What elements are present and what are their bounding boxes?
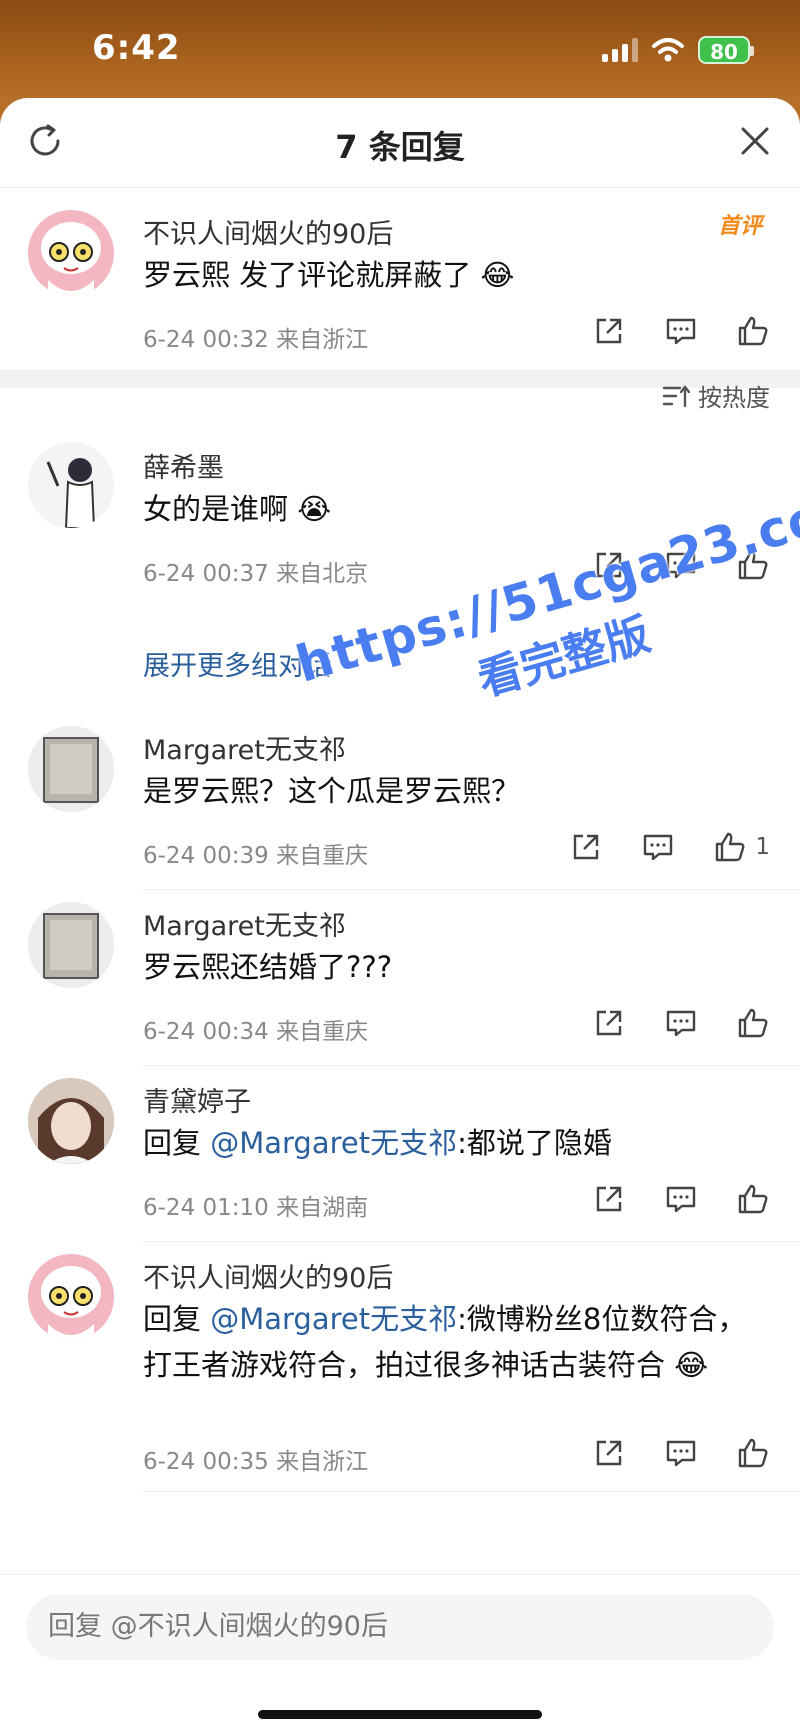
- replies-sheet: 7 条回复 不识人间烟火的90后 首评 罗云熙 发了评论就屏蔽了 😂 6-24 …: [0, 98, 800, 1736]
- reply-item: Margaret无支祁 是罗云熙？这个瓜是罗云熙？ 6-24 00:39 来自重…: [0, 714, 800, 890]
- signal-icon: [602, 38, 638, 62]
- like-icon[interactable]: [736, 314, 770, 348]
- reply-meta: 6-24 00:37 来自北京: [143, 561, 369, 587]
- avatar-illustration: [28, 726, 114, 812]
- reply-actions: 1: [569, 830, 770, 864]
- laugh-cry-emoji: 😂: [674, 1348, 709, 1382]
- share-icon[interactable]: [592, 1182, 626, 1216]
- share-icon[interactable]: [569, 830, 603, 864]
- sort-label: 按热度: [698, 384, 770, 412]
- avatar[interactable]: [28, 442, 114, 528]
- reply-item: 薛希墨 女的是谁啊 😭 6-24 00:37 来自北京: [0, 428, 800, 658]
- like-icon[interactable]: [736, 1006, 770, 1040]
- share-icon[interactable]: [592, 1006, 626, 1040]
- reply-text: 回复 @Margaret无支祁:微博粉丝8位数符合，打王者游戏符合，拍过很多神话…: [143, 1296, 773, 1388]
- status-time: 6:42: [92, 28, 181, 68]
- reply-item: Margaret无支祁 罗云熙还结婚了??? 6-24 00:34 来自重庆: [0, 890, 800, 1066]
- like-icon[interactable]: [736, 548, 770, 582]
- root-comment: 不识人间烟火的90后 首评 罗云熙 发了评论就屏蔽了 😂 6-24 00:32 …: [0, 188, 800, 468]
- close-icon[interactable]: [738, 124, 772, 158]
- reply-text: 是罗云熙？这个瓜是罗云熙？: [143, 774, 521, 808]
- reply-username[interactable]: 不识人间烟火的90后: [143, 1256, 393, 1295]
- reply-prefix: 回复: [143, 1126, 211, 1160]
- avatar[interactable]: [28, 1078, 114, 1164]
- laugh-cry-emoji: 😂: [480, 258, 515, 292]
- share-icon[interactable]: [592, 548, 626, 582]
- like-icon: [716, 832, 745, 862]
- sort-icon: [662, 384, 690, 407]
- reply-item: 不识人间烟火的90后 回复 @Margaret无支祁:微博粉丝8位数符合，打王者…: [0, 1242, 800, 1492]
- comment-icon[interactable]: [664, 548, 698, 582]
- wifi-icon: [652, 38, 684, 62]
- reply-text: 女的是谁啊 😭: [143, 486, 773, 532]
- expand-label: 展开更多组对话: [143, 651, 332, 682]
- avatar-illustration: [28, 902, 114, 988]
- sheet-header: 7 条回复: [0, 98, 800, 188]
- reply-input[interactable]: 回复 @不识人间烟火的90后: [26, 1594, 774, 1660]
- reply-prefix: 回复: [143, 1302, 211, 1336]
- reply-actions: [592, 1006, 770, 1040]
- share-icon[interactable]: [592, 314, 626, 348]
- reply-username[interactable]: Margaret无支祁: [143, 728, 346, 767]
- battery-icon: 80: [698, 36, 754, 64]
- comment-icon[interactable]: [641, 830, 675, 864]
- reply-username[interactable]: Margaret无支祁: [143, 904, 346, 943]
- comment-icon[interactable]: [664, 1006, 698, 1040]
- comment-actions: [592, 314, 770, 348]
- page-title: 7 条回复: [335, 128, 465, 166]
- comment-icon[interactable]: [664, 314, 698, 348]
- crying-emoji: 😭: [297, 492, 332, 526]
- comment-text: 罗云熙 发了评论就屏蔽了 😂: [143, 252, 773, 298]
- avatar-illustration: [28, 1078, 114, 1164]
- reply-meta: 6-24 00:35 来自浙江: [143, 1449, 369, 1475]
- avatar-illustration: [28, 442, 114, 528]
- comment-username[interactable]: 不识人间烟火的90后: [143, 212, 393, 251]
- input-divider: [0, 1574, 800, 1575]
- mention-link[interactable]: @Margaret无支祁: [210, 1126, 457, 1160]
- like-icon[interactable]: [736, 1182, 770, 1216]
- reply-text: 回复 @Margaret无支祁:都说了隐婚: [143, 1120, 773, 1166]
- reply-actions: [592, 548, 770, 582]
- comment-icon[interactable]: [664, 1436, 698, 1470]
- reply-username[interactable]: 薛希墨: [143, 446, 224, 485]
- home-indicator: [258, 1710, 542, 1719]
- reply-meta: 6-24 00:39 来自重庆: [143, 843, 369, 869]
- avatar[interactable]: [28, 726, 114, 812]
- reply-text-body: :都说了隐婚: [457, 1126, 612, 1160]
- expand-more-button[interactable]: 展开更多组对话: [143, 644, 360, 683]
- status-bar: 6:42 80: [0, 0, 800, 100]
- mention-link[interactable]: @Margaret无支祁: [210, 1302, 457, 1336]
- first-comment-badge: 首评: [717, 214, 762, 239]
- like-count: 1: [755, 834, 770, 860]
- share-icon[interactable]: [592, 1436, 626, 1470]
- avatar[interactable]: [28, 1254, 114, 1340]
- status-icons: 80: [602, 36, 754, 64]
- reply-meta: 6-24 01:10 来自湖南: [143, 1195, 369, 1221]
- reply-item: 青黛婷子 回复 @Margaret无支祁:都说了隐婚 6-24 01:10 来自…: [0, 1066, 800, 1242]
- reply-username[interactable]: 青黛婷子: [143, 1080, 251, 1119]
- divider: [143, 1491, 800, 1492]
- avatar-illustration: [28, 210, 114, 296]
- reply-text: 罗云熙还结婚了???: [143, 950, 393, 984]
- avatar-illustration: [28, 1254, 114, 1340]
- reply-actions: [592, 1182, 770, 1216]
- comment-icon[interactable]: [664, 1182, 698, 1216]
- like-icon[interactable]: [736, 1436, 770, 1470]
- chevron-down-icon: [341, 658, 359, 669]
- avatar[interactable]: [28, 210, 114, 296]
- avatar[interactable]: [28, 902, 114, 988]
- comment-meta: 6-24 00:32 来自浙江: [143, 327, 369, 353]
- reply-actions: [592, 1436, 770, 1470]
- reply-meta: 6-24 00:34 来自重庆: [143, 1019, 369, 1045]
- sort-button[interactable]: 按热度: [662, 378, 770, 413]
- like-button[interactable]: 1: [713, 830, 770, 864]
- reply-text-body: 女的是谁啊: [143, 492, 289, 526]
- comment-text-body: 罗云熙 发了评论就屏蔽了: [143, 258, 472, 292]
